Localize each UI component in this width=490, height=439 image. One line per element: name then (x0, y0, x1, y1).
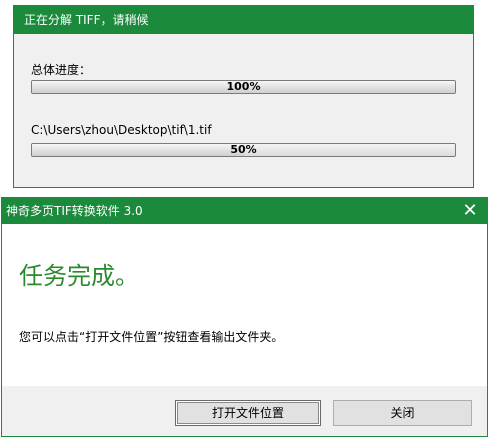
task-complete-heading: 任务完成。 (19, 262, 139, 290)
file-progress-bar: 50% (31, 143, 456, 157)
file-progress-percent: 50% (230, 143, 257, 156)
overall-progress-label: 总体进度： (31, 63, 92, 77)
completion-dialog: 神奇多页TIF转换软件 3.0 ✕ 任务完成。 您可以点击“打开文件位置”按钮查… (1, 197, 488, 437)
current-file-path: C:\Users\zhou\Desktop\tif\1.tif (31, 123, 212, 137)
open-file-location-button[interactable]: 打开文件位置 (175, 400, 321, 426)
progress-window: 正在分解 TIFF，请稍候 总体进度： 100% C:\Users\zhou\D… (13, 5, 474, 188)
overall-progress-percent: 100% (226, 80, 261, 93)
overall-progress-bar: 100% (31, 80, 456, 94)
instruction-message: 您可以点击“打开文件位置”按钮查看输出文件夹。 (19, 330, 284, 344)
close-button[interactable]: 关闭 (333, 400, 472, 426)
dialog-title: 神奇多页TIF转换软件 3.0 ✕ (2, 198, 487, 224)
dialog-title-text: 神奇多页TIF转换软件 3.0 (6, 204, 143, 218)
progress-window-title: 正在分解 TIFF，请稍候 (14, 6, 473, 34)
close-icon[interactable]: ✕ (457, 198, 483, 224)
dialog-content: 任务完成。 您可以点击“打开文件位置”按钮查看输出文件夹。 (2, 224, 487, 386)
